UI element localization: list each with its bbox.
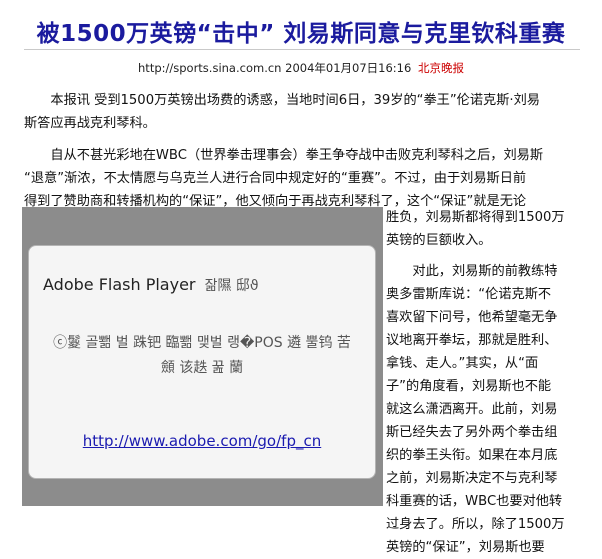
flash-player-title-text: Adobe Flash Player [43,275,196,294]
paragraph-line: 自从不甚光彩地在WBC（世界拳击理事会）拳王争夺战中击败克利琴科之后，刘易斯 [50,148,544,163]
paragraph-line: 奥多雷斯库说：“伦诺克斯不 [386,287,552,302]
paragraph-1: 本报讯 受到1500万英镑出场费的诱惑，当地时间6日，39岁的“拳王”伦诺克斯·… [24,89,580,135]
paragraph-line: 之前，刘易斯决定不与克利琴 [386,471,558,486]
article-headline: 被1500万英镑“击中” 刘易斯同意与克里钦科重赛 [36,21,566,47]
paragraph-line: 胜负，刘易斯都将得到1500万 [386,210,565,225]
paragraph-line: 喜欢留下问号，他希望毫无争 [386,310,558,325]
paragraph-line: 英镑的“保证”，刘易斯也要 [386,540,545,555]
paragraph-line: 对此，刘易斯的前教练特 [412,264,558,279]
meta-url[interactable]: http://sports.sina.com.cn [138,61,281,75]
flash-player-message: ⓒ鬉 골뾂 벌 跦钯 臨뾂 맺벌 랭�POS 遴 뿔钨 苦顩 该趃 꿆 蘭 [53,335,351,376]
flash-embed[interactable]: Adobe Flash Player 잚隰 邸ϑ ⓒ鬉 골뾂 벌 跦钯 臨뾂 맺… [22,207,383,506]
meta-source[interactable]: 北京晚报 [418,61,464,75]
paragraph-line: 科重赛的话，WBC也要对他转 [386,494,563,509]
paragraph-3: 对此，刘易斯的前教练特 奥多雷斯库说：“伦诺克斯不 喜欢留下问号，他希望毫无争 … [386,260,586,559]
paragraph-line: 织的拳王头衔。如果在本月底 [386,448,558,463]
article-meta: http://sports.sina.com.cn 2004年01月07日16:… [0,60,602,76]
paragraph-line: 斯答应再战克利琴科。 [24,116,156,131]
flash-player-title: Adobe Flash Player 잚隰 邸ϑ [43,275,259,295]
paragraph-2: 自从不甚光彩地在WBC（世界拳击理事会）拳王争夺战中击败克利琴科之后，刘易斯 “… [24,144,580,213]
paragraph-line: 议地离开拳坛，那就是胜利、 [386,333,558,348]
flash-download-link[interactable]: http://www.adobe.com/go/fp_cn [29,432,375,450]
paragraph-line: 子”的角度看，刘易斯也不能 [386,379,552,394]
paragraph-line: 拿钱、走人。”其实，从“面 [386,356,539,371]
paragraph-line: 就这么潇洒离开。此前，刘易 [386,402,558,417]
paragraph-line: 本报讯 受到1500万英镑出场费的诱惑，当地时间6日，39岁的“拳王”伦诺克斯·… [50,93,540,108]
paragraph-line: 过身去了。所以，除了1500万 [386,517,565,532]
flash-player-title-garbled: 잚隰 邸ϑ [204,278,259,294]
headline-divider [24,49,580,50]
meta-datetime: 2004年01月07日16:16 [285,61,412,75]
flash-player-notice: Adobe Flash Player 잚隰 邸ϑ ⓒ鬉 골뾂 벌 跦钯 臨뾂 맺… [28,245,376,479]
paragraph-line: “退意”渐浓，不太情愿与乌克兰人进行合同中规定好的“重赛”。不过，由于刘易斯日前 [24,171,527,186]
paragraph-line: 英镑的巨额收入。 [386,233,492,248]
paragraph-line: 斯已经失去了另外两个拳击组 [386,425,558,440]
paragraph-2-continued: 胜负，刘易斯都将得到1500万 英镑的巨额收入。 [386,206,586,252]
